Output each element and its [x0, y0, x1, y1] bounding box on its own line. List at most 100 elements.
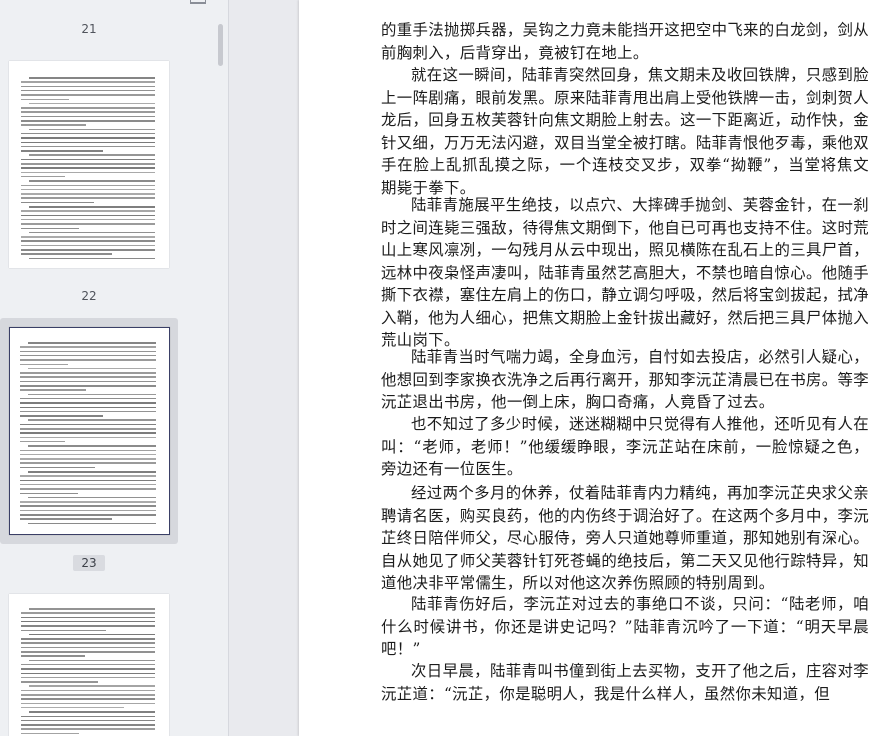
thumbnail-text-line [21, 612, 155, 614]
thumbnail-text-line [20, 350, 156, 353]
thumbnail-23[interactable] [0, 584, 178, 736]
thumbnail-text-line [21, 629, 106, 632]
viewer-gutter [229, 0, 299, 736]
thumbnail-text-line [28, 496, 156, 499]
thumbnail-text-line [21, 218, 155, 221]
thumbnail-text-line [29, 102, 155, 105]
thumbnail-page-image[interactable] [9, 594, 169, 736]
thumbnail-text-line [20, 423, 156, 426]
thumbnail-text-line [21, 193, 155, 195]
thumbnail-text-line [20, 432, 156, 434]
thumbnail-text-line [21, 171, 155, 174]
thumbnail-text-line [21, 249, 155, 251]
thumbnail-text-line [21, 253, 112, 255]
thumbnail-text-line [21, 120, 155, 122]
thumbnail-page-number: 21 [81, 22, 97, 36]
thumbnail-text-line [21, 163, 155, 165]
thumbnail-text-line [28, 367, 156, 370]
thumbnail-text-line [21, 214, 155, 217]
thumbnail-text-line [21, 175, 65, 178]
thumbnail-text-line [21, 724, 155, 726]
thumbnail-page-image[interactable] [9, 327, 170, 535]
thumbnail-text-line [20, 436, 156, 439]
thumbnail-text-line [21, 89, 155, 92]
thumbnail-text-line [21, 240, 155, 242]
thumbnail-text-line [20, 372, 156, 374]
thumbnail-text-line [21, 223, 155, 225]
thumbnail-text-line [28, 419, 156, 421]
thumbnail-text-line [21, 728, 155, 730]
thumbnail-text-line [21, 655, 85, 657]
thumbnail-text-line [29, 633, 155, 636]
thumbnail-text-line [21, 244, 155, 247]
thumbnail-text-line [29, 685, 155, 687]
thumbnail-text-line [21, 620, 155, 623]
thumbnail-text-line [29, 180, 155, 182]
thumbnail-text-line [21, 115, 155, 118]
thumbnail-text-line [21, 642, 155, 644]
thumbnail-text-line [29, 608, 155, 610]
thumbnail-22[interactable] [0, 318, 178, 544]
thumbnail-text-line [21, 85, 155, 88]
thumbnail-text-line [20, 402, 156, 404]
thumbnail-text-line [20, 453, 156, 456]
thumbnail-text-line [29, 128, 155, 131]
thumbnail-text-line [21, 124, 86, 126]
thumbnail-text-line [21, 111, 155, 113]
thumbnail-text-line [21, 694, 155, 696]
thumbnail-text-line [28, 471, 156, 473]
thumbnail-text-line [20, 354, 156, 357]
thumbnail-text-line [20, 385, 156, 387]
paragraph: 陆菲青伤好后，李沅芷对过去的事绝口不谈，只问：“陆老师，咱什么时候讲书，你还是讲… [381, 595, 869, 658]
thumbnail-text-line [21, 145, 155, 148]
thumbnail-text-line [21, 706, 124, 709]
thumbnail-text-line [21, 184, 155, 187]
thumbnail-text-line [29, 206, 155, 208]
thumbnail-text-line [21, 672, 155, 675]
thumbnail-text-line [28, 342, 156, 344]
thumbnail-text-line [20, 389, 86, 391]
thumbnail-text-line [29, 154, 155, 156]
thumbnail-text-line [20, 488, 156, 490]
thumbnail-page-image[interactable] [9, 61, 169, 268]
thumbnail-text-line [20, 397, 156, 400]
thumbnail-text-line [21, 150, 103, 152]
thumbnail-text-line [21, 689, 155, 692]
thumbnail-text-line [21, 625, 155, 627]
thumbnail-text-line [21, 197, 155, 199]
panel-toggle-icon[interactable] [190, 0, 206, 4]
thumbnail-text-line [21, 236, 155, 238]
thumbnail-text-line [21, 638, 155, 640]
paragraph: 也不知过了多少时候，迷迷糊糊中只觉得有人推他，还听见有人在叫：“老师，老师！”他… [381, 415, 869, 478]
thumbnail-text-line [29, 77, 155, 79]
thumbnail-text-line [20, 505, 156, 507]
thumbnail-text-line [29, 711, 155, 713]
sidebar-scrollbar[interactable] [216, 0, 224, 736]
thumbnail-text-line [21, 81, 155, 83]
sidebar-scrollbar-thumb[interactable] [218, 24, 223, 66]
paragraph: 次日早晨，陆菲青叫书僮到街上去买物，支开了他之后，庄容对李沅芷道：“沅芷，你是聪… [381, 662, 869, 703]
thumbnail-text-line [20, 415, 103, 417]
thumbnail-text-line [21, 132, 155, 135]
thumbnail-text-line [21, 201, 94, 204]
thumbnail-21[interactable] [0, 52, 178, 278]
thumbnail-text-line [21, 98, 69, 101]
thumbnail-text-line [21, 651, 155, 653]
document-page: 的重手法抛掷兵器，吴钩之力竟未能挡开这把空中飞来的白龙剑，剑从前胸刺入，后背穿出… [299, 0, 895, 736]
thumbnail-sidebar: 21 22 23 [0, 0, 229, 736]
thumbnail-text-line [21, 663, 155, 666]
thumbnail-text-line [21, 732, 79, 735]
thumbnail-text-line [20, 410, 156, 413]
paragraph: 就在这一瞬间，陆菲青突然回身，焦文期未及收回铁牌，只感到脸上一阵剧痛，眼前发黑。… [381, 66, 869, 197]
thumbnail-text-line [20, 376, 156, 378]
thumbnail-text-line [29, 659, 155, 662]
paragraph: 陆菲青施展平生绝技，以点穴、大摔碑手抛剑、芙蓉金针，在一刹时之间连毙三强敌，待得… [381, 196, 869, 349]
thumbnail-text-line [21, 719, 155, 722]
thumbnail-text-line [21, 676, 155, 679]
thumbnail-text-line [20, 449, 156, 452]
thumbnail-text-line [20, 479, 156, 482]
thumbnail-text-line [21, 167, 155, 169]
thumbnail-text-line [20, 380, 156, 383]
thumbnail-text-line [21, 210, 155, 212]
thumbnail-text-line [21, 94, 155, 96]
